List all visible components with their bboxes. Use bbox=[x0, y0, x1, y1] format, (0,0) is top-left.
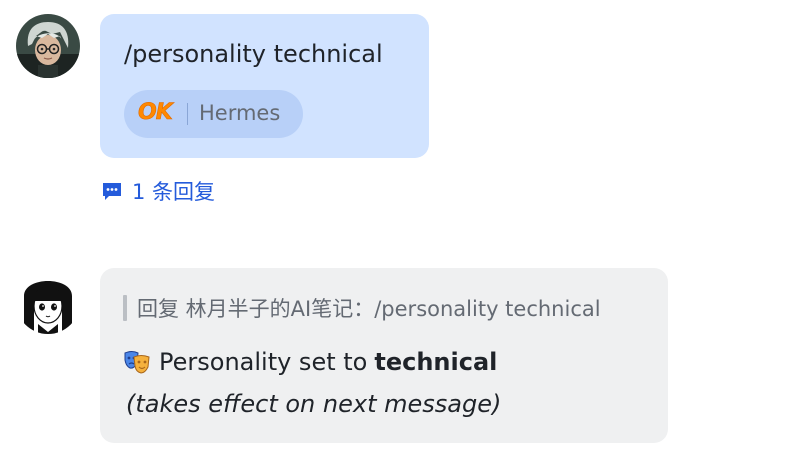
user-avatar[interactable] bbox=[16, 14, 80, 78]
performing-arts-mask-icon bbox=[124, 351, 150, 374]
message-line-2: (takes effect on next message) bbox=[126, 390, 502, 418]
reply-count-label: 1 条回复 bbox=[132, 180, 216, 204]
bot-mention-tag[interactable]: OK Hermes bbox=[124, 90, 303, 138]
quote-text: 回复 林月半子的AI笔记：/personality technical bbox=[137, 297, 601, 321]
bot-name: Hermes bbox=[199, 101, 281, 125]
message-text: /personality technical bbox=[124, 40, 383, 68]
bot-avatar[interactable] bbox=[16, 270, 80, 334]
tag-divider bbox=[187, 103, 188, 125]
sent-message-bubble[interactable]: /personality technical OK Hermes bbox=[100, 14, 429, 158]
reply-count-link[interactable]: 1 条回复 bbox=[100, 177, 215, 205]
ok-logo-icon: OK bbox=[138, 100, 173, 126]
quoted-reply[interactable]: 回复 林月半子的AI笔记：/personality technical bbox=[123, 294, 601, 322]
message-line-1: Personality set to technical bbox=[123, 348, 497, 376]
quote-bar bbox=[123, 295, 127, 321]
personality-prefix: Personality set to bbox=[159, 348, 368, 376]
user-avatar-image bbox=[16, 14, 80, 78]
comment-icon bbox=[103, 183, 121, 200]
chat-thread: /personality technical OK Hermes 1 条回复 回… bbox=[0, 0, 810, 460]
bot-avatar-image bbox=[16, 270, 80, 334]
personality-value: technical bbox=[374, 348, 498, 376]
received-message-bubble[interactable]: 回复 林月半子的AI笔记：/personality technical Pers… bbox=[100, 268, 668, 443]
